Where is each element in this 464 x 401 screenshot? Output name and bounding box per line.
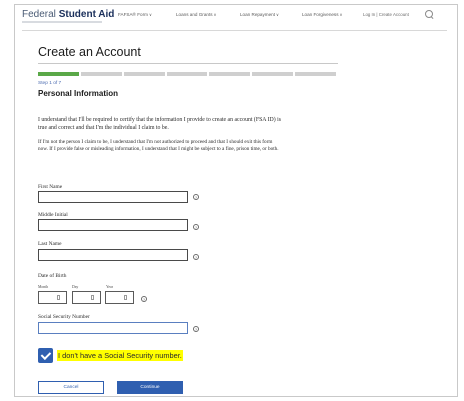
logo-tagline: [22, 21, 102, 23]
federal-student-aid-logo[interactable]: Federal Student Aid: [22, 9, 114, 20]
progress-segment: [295, 72, 337, 76]
page-title: Create an Account: [38, 45, 141, 59]
header-divider: [22, 30, 447, 31]
spinner-icon[interactable]: [124, 295, 127, 300]
progress-segment: [123, 72, 165, 76]
help-icon[interactable]: ?: [193, 326, 199, 332]
middle-initial-input[interactable]: [38, 219, 188, 231]
nav-fafsa-form[interactable]: FAFSA® Form∨: [118, 12, 152, 17]
continue-button[interactable]: Continue: [117, 381, 183, 394]
spinner-icon[interactable]: [57, 295, 60, 300]
help-icon[interactable]: ?: [193, 254, 199, 260]
progress-segment-complete: [38, 72, 79, 76]
date-of-birth-label: Date of Birth: [38, 273, 67, 279]
chevron-down-icon: ∨: [148, 12, 152, 17]
dob-year-label: Year: [106, 285, 113, 289]
dob-day-input[interactable]: [72, 291, 101, 304]
chevron-down-icon: ∨: [339, 12, 343, 17]
chevron-down-icon: ∨: [276, 12, 279, 17]
help-icon[interactable]: ?: [193, 194, 199, 200]
step-progress-bar: [38, 72, 337, 76]
help-icon[interactable]: ?: [141, 296, 147, 302]
section-title: Personal Information: [38, 89, 119, 98]
dob-month-input[interactable]: [38, 291, 67, 304]
cancel-button[interactable]: Cancel: [38, 381, 104, 394]
dob-month-label: Month: [38, 285, 49, 289]
search-icon[interactable]: [425, 10, 433, 18]
nav-loans-and-grants[interactable]: Loans and Grants∨: [176, 12, 216, 17]
nav-loan-repayment[interactable]: Loan Repayment∨: [240, 12, 279, 17]
login-create-account-link[interactable]: Log In | Create Account: [363, 12, 409, 17]
no-ssn-checkbox[interactable]: [38, 348, 53, 363]
dob-day-label: Day: [72, 285, 79, 289]
dob-year-input[interactable]: [105, 291, 134, 304]
last-name-label: Last Name: [38, 241, 62, 247]
ssn-input[interactable]: [38, 322, 188, 334]
certification-paragraph: I understand that I'll be required to ce…: [38, 117, 281, 131]
first-name-label: First Name: [38, 184, 63, 190]
spinner-icon[interactable]: [91, 295, 94, 300]
progress-segment: [209, 72, 251, 76]
title-divider: [38, 63, 338, 64]
chevron-down-icon: ∨: [213, 12, 217, 17]
warning-paragraph: If I'm not the person I claim to be, I u…: [38, 139, 279, 152]
progress-segment: [252, 72, 294, 76]
help-icon[interactable]: ?: [193, 224, 199, 230]
last-name-input[interactable]: [38, 249, 188, 261]
nav-loan-forgiveness[interactable]: Loan Forgiveness∨: [302, 12, 342, 17]
step-indicator: Step 1 of 7: [38, 81, 62, 86]
progress-segment: [80, 72, 122, 76]
progress-segment: [166, 72, 208, 76]
middle-initial-label: Middle Initial: [38, 212, 68, 218]
ssn-label: Social Security Number: [38, 314, 90, 320]
first-name-input[interactable]: [38, 191, 188, 203]
no-ssn-label[interactable]: I don't have a Social Security number.: [57, 350, 183, 361]
